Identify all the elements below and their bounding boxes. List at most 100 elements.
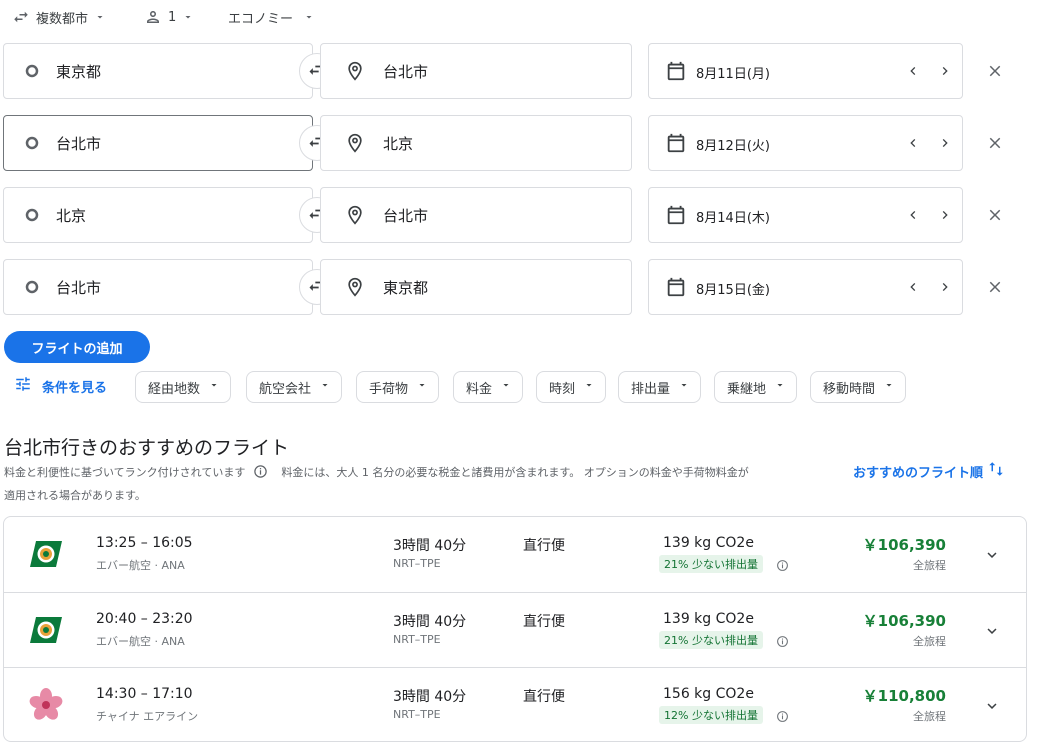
eva-air-logo [26, 537, 66, 571]
info-icon[interactable] [776, 633, 789, 652]
price-scope: 全旅程 [913, 635, 946, 648]
info-icon[interactable] [253, 464, 268, 486]
sort-button[interactable]: おすすめのフライト順 [853, 460, 1005, 482]
filter-chip-label: 航空会社 [259, 381, 312, 397]
filter-chip-label: 乗継地 [727, 381, 767, 397]
eva-air-logo [26, 613, 66, 647]
destination-field[interactable]: 台北市 [320, 187, 632, 243]
filter-chip-stops[interactable]: 経由地数 [135, 371, 232, 403]
emissions-badge: 12% 少ない排出量 [659, 706, 763, 724]
filter-chip-airlines[interactable]: 航空会社 [246, 371, 343, 403]
destination-field[interactable]: 東京都 [320, 259, 632, 315]
flight-route: NRT–TPE [393, 633, 441, 646]
next-date-button[interactable] [935, 205, 955, 225]
filter-chip-label: 料金 [466, 381, 493, 397]
filter-chip-times[interactable]: 時刻 [536, 371, 607, 403]
next-date-button[interactable] [935, 277, 955, 297]
date-field[interactable]: 8月11日(月) [648, 43, 963, 99]
passenger-select[interactable]: 1 [144, 6, 194, 28]
cabin-label: エコノミー [228, 11, 294, 27]
chevron-down-icon [774, 379, 786, 395]
location-pin-icon [345, 132, 365, 158]
previous-date-button[interactable] [903, 277, 923, 297]
date-text: 8月11日(月) [696, 67, 770, 82]
calendar-icon [665, 204, 687, 230]
date-field[interactable]: 8月14日(木) [648, 187, 963, 243]
expand-button[interactable] [980, 619, 1004, 643]
origin-text: 北京 [56, 207, 87, 225]
person-icon [144, 8, 162, 26]
swap-arrows-icon [12, 8, 30, 26]
remove-segment-button[interactable] [983, 275, 1007, 299]
destination-text: 台北市 [383, 63, 429, 81]
filter-chip-label: 時刻 [549, 381, 576, 397]
origin-circle-icon [24, 135, 40, 155]
next-date-button[interactable] [935, 133, 955, 153]
remove-segment-button[interactable] [983, 131, 1007, 155]
previous-date-button[interactable] [903, 205, 923, 225]
flight-times: 14:30 – 17:10 [96, 686, 193, 702]
origin-field[interactable]: 台北市 [3, 259, 313, 315]
expand-button[interactable] [980, 543, 1004, 567]
chevron-down-icon [94, 11, 106, 23]
info-icon[interactable] [776, 708, 789, 727]
next-date-button[interactable] [935, 61, 955, 81]
co2-emissions: 139 kg CO2e [663, 535, 754, 551]
flight-results-list: 13:25 – 16:05 エバー航空 · ANA 3時間 40分 NRT–TP… [3, 516, 1027, 742]
origin-field[interactable]: 北京 [3, 187, 313, 243]
chevron-down-icon [182, 11, 194, 23]
origin-circle-icon [24, 207, 40, 227]
cabin-select[interactable]: エコノミー [228, 6, 315, 28]
filter-chip-bags[interactable]: 手荷物 [356, 371, 440, 403]
expand-button[interactable] [980, 694, 1004, 718]
chevron-down-icon [883, 379, 895, 395]
flight-result-row[interactable]: 13:25 – 16:05 エバー航空 · ANA 3時間 40分 NRT–TP… [4, 517, 1026, 592]
filter-chip-label: 排出量 [631, 381, 671, 397]
origin-text: 台北市 [56, 279, 102, 297]
chevron-down-icon [416, 379, 428, 395]
flight-stops: 直行便 [523, 538, 565, 554]
location-pin-icon [345, 204, 365, 230]
origin-text: 東京都 [56, 63, 102, 81]
previous-date-button[interactable] [903, 61, 923, 81]
origin-field[interactable]: 台北市 [3, 115, 313, 171]
chevron-down-icon [583, 379, 595, 395]
flight-result-row[interactable]: 14:30 – 17:10 チャイナ エアライン 3時間 40分 NRT–TPE… [4, 667, 1026, 741]
filter-chip-duration[interactable]: 移動時間 [810, 371, 907, 403]
date-text: 8月15日(金) [696, 283, 770, 298]
flight-duration: 3時間 40分 [393, 689, 467, 705]
calendar-icon [665, 276, 687, 302]
trip-type-label: 複数都市 [36, 11, 89, 27]
flight-result-row[interactable]: 20:40 – 23:20 エバー航空 · ANA 3時間 40分 NRT–TP… [4, 592, 1026, 667]
chevron-down-icon [208, 379, 220, 395]
chevron-down-icon [500, 379, 512, 395]
origin-field[interactable]: 東京都 [3, 43, 313, 99]
remove-segment-button[interactable] [983, 203, 1007, 227]
filter-chip-emissions[interactable]: 排出量 [618, 371, 702, 403]
origin-circle-icon [24, 63, 40, 83]
add-flight-button[interactable]: フライトの追加 [4, 331, 150, 363]
info-icon[interactable] [776, 557, 789, 576]
location-pin-icon [345, 60, 365, 86]
chevron-down-icon [678, 379, 690, 395]
airline-name: エバー航空 · ANA [96, 559, 185, 572]
date-field[interactable]: 8月12日(火) [648, 115, 963, 171]
filter-chip-connecting-airports[interactable]: 乗継地 [714, 371, 798, 403]
china-airlines-logo [26, 688, 66, 722]
remove-segment-button[interactable] [983, 59, 1007, 83]
date-field[interactable]: 8月15日(金) [648, 259, 963, 315]
airline-name: チャイナ エアライン [96, 710, 199, 723]
results-notes: 料金と利便性に基づいてランク付けされています 料金には、大人 1 名分の必要な税… [4, 463, 834, 506]
previous-date-button[interactable] [903, 133, 923, 153]
show-conditions-label: 条件を見る [42, 380, 108, 396]
calendar-icon [665, 132, 687, 158]
destination-field[interactable]: 台北市 [320, 43, 632, 99]
destination-field[interactable]: 北京 [320, 115, 632, 171]
sort-icon [987, 460, 1005, 482]
flight-stops: 直行便 [523, 614, 565, 630]
destination-text: 台北市 [383, 207, 429, 225]
filter-chip-price[interactable]: 料金 [453, 371, 524, 403]
show-conditions-button[interactable]: 条件を見る [14, 374, 107, 398]
trip-type-select[interactable]: 複数都市 [12, 6, 106, 28]
chevron-down-icon [319, 379, 331, 395]
